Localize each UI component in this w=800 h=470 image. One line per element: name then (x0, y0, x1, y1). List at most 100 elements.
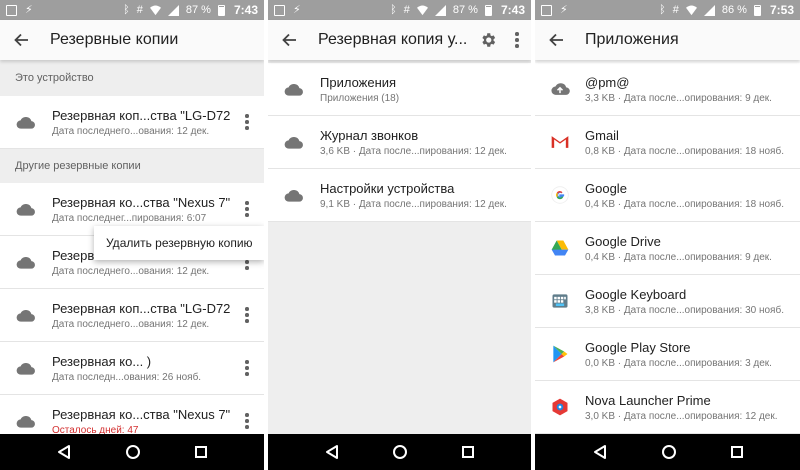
app-backup-info: 3,0 KB · Дата после...опирования: 12 дек… (585, 410, 778, 422)
navigation-bar (268, 434, 531, 470)
back-arrow-icon[interactable] (14, 33, 28, 47)
nav-back-icon[interactable] (57, 444, 71, 460)
category-subtitle: 3,6 KB · Дата после...пирования: 12 дек. (320, 145, 507, 157)
signal-icon (703, 4, 715, 16)
backup-title: Резервная коп...ства "LG-D724" (52, 107, 230, 123)
flash-notification-icon: ⚡ (25, 3, 33, 16)
backup-title: Резервная ко... ) (52, 353, 152, 369)
navigation-bar (0, 434, 264, 470)
navigation-bar (535, 434, 800, 470)
category-title: Журнал звонков (320, 127, 419, 143)
backup-row[interactable]: Резервная коп...ства "LG-D724" Дата посл… (0, 289, 264, 342)
clock: 7:43 (500, 3, 525, 17)
nav-recents-icon[interactable] (194, 446, 207, 458)
google-keyboard-icon (552, 294, 568, 308)
app-bar: Резервная копия у... (268, 20, 531, 60)
section-header-other-backups: Другие резервные копии (0, 149, 264, 183)
backup-row[interactable]: Резервная ко... ) Дата последн...ования:… (0, 342, 264, 395)
app-backup-row[interactable]: Google Play Store 0,0 KB · Дата после...… (535, 328, 800, 381)
more-vert-icon (245, 360, 249, 376)
backup-title: Резервная ко...ства "Nexus 7" (52, 194, 230, 210)
backup-category-call-log[interactable]: Журнал звонков 3,6 KB · Дата после...пир… (268, 116, 531, 169)
gear-icon[interactable] (479, 31, 497, 49)
clock: 7:53 (769, 3, 794, 17)
overflow-menu-button[interactable] (230, 360, 264, 376)
backup-detail-screen: ⚡ ᛒ # 87 % 7:43 Резервная копия у... При… (268, 0, 531, 470)
more-vert-icon (245, 114, 249, 130)
app-backup-info: 3,3 KB · Дата после...опирования: 9 дек. (585, 92, 772, 104)
gmail-icon (551, 136, 569, 148)
cloud-icon (16, 257, 35, 269)
battery-percent: 86 % (721, 4, 747, 16)
app-backup-row[interactable]: @pm@ 3,3 KB · Дата после...опирования: 9… (535, 63, 800, 116)
category-title: Настройки устройства (320, 180, 455, 196)
delete-backup-menu-item[interactable]: Удалить резервную копию (94, 226, 264, 260)
app-backup-info: 0,4 KB · Дата после...опирования: 9 дек. (585, 251, 772, 263)
back-arrow-icon[interactable] (282, 33, 296, 47)
app-name: Google Drive (585, 233, 661, 249)
google-drive-icon (551, 240, 569, 256)
app-bar: Приложения (535, 20, 800, 60)
app-backup-info: 0,4 KB · Дата после...опирования: 18 ноя… (585, 198, 784, 210)
cloud-upload-icon (551, 83, 570, 95)
app-name: Google Play Store (585, 339, 691, 355)
nav-recents-icon[interactable] (730, 446, 743, 458)
battery-icon (484, 4, 492, 16)
app-backup-row[interactable]: Google Drive 0,4 KB · Дата после...опиро… (535, 222, 800, 275)
app-backup-row[interactable]: Google 0,4 KB · Дата после...опирования:… (535, 169, 800, 222)
more-vert-icon[interactable] (515, 32, 519, 48)
bluetooth-icon: ᛒ (659, 3, 666, 16)
nav-home-icon[interactable] (125, 445, 140, 459)
category-title: Приложения (320, 74, 397, 90)
page-title: Резервная копия у... (318, 31, 468, 48)
app-name: @pm@ (585, 74, 630, 90)
overflow-menu-button[interactable] (230, 201, 264, 217)
nav-back-icon[interactable] (593, 444, 607, 460)
app-name: Gmail (585, 127, 619, 143)
nav-recents-icon[interactable] (461, 446, 474, 458)
cloud-icon (284, 190, 303, 202)
app-name: Google (585, 180, 627, 196)
cloud-icon (284, 137, 303, 149)
app-backup-row[interactable]: Nova Launcher Prime 3,0 KB · Дата после.… (535, 381, 800, 434)
nav-home-icon[interactable] (393, 445, 408, 459)
app-backup-info: 0,0 KB · Дата после...опирования: 3 дек. (585, 357, 772, 369)
battery-percent: 87 % (185, 4, 211, 16)
app-backup-row[interactable]: Google Keyboard 3,8 KB · Дата после...оп… (535, 275, 800, 328)
overflow-menu-button[interactable] (230, 307, 264, 323)
page-title: Резервные копии (50, 31, 179, 48)
status-bar: ⚡ ᛒ # 87 % 7:43 (0, 0, 264, 20)
flash-notification-icon: ⚡ (560, 3, 568, 16)
backup-category-device-settings[interactable]: Настройки устройства 9,1 KB · Дата после… (268, 169, 531, 222)
bluetooth-icon: ᛒ (123, 3, 130, 16)
app-name: Google Keyboard (585, 286, 687, 302)
back-arrow-icon[interactable] (549, 33, 563, 47)
battery-percent: 87 % (452, 4, 478, 16)
cloud-icon (16, 117, 35, 129)
nav-back-icon[interactable] (325, 444, 339, 460)
bluetooth-icon: ᛒ (390, 3, 397, 16)
app-backup-row[interactable]: Gmail 0,8 KB · Дата после...опирования: … (535, 116, 800, 169)
category-subtitle: 9,1 KB · Дата после...пирования: 12 дек. (320, 198, 507, 210)
backups-screen: ⚡ ᛒ # 87 % 7:43 Резервные копии Это устр… (0, 0, 264, 470)
cloud-icon (16, 310, 35, 322)
section-header-this-device: Это устройство (0, 60, 264, 96)
wifi-icon (416, 4, 428, 15)
backup-date: Дата последнего...ования: 12 дек. (52, 265, 210, 277)
overflow-menu-button[interactable] (230, 413, 264, 429)
category-subtitle: Приложения (18) (320, 92, 400, 104)
backup-date: Дата последн...ования: 26 нояб. (52, 371, 202, 383)
hash-icon: # (136, 3, 143, 16)
image-notification-icon (6, 4, 17, 16)
app-backup-info: 0,8 KB · Дата после...опирования: 18 ноя… (585, 145, 784, 157)
backup-row-this-device[interactable]: Резервная коп...ства "LG-D724" Дата посл… (0, 96, 264, 149)
status-bar: ⚡ ᛒ # 87 % 7:43 (268, 0, 531, 20)
backup-category-apps[interactable]: Приложения Приложения (18) (268, 63, 531, 116)
cloud-icon (284, 84, 303, 96)
cloud-icon (16, 204, 35, 216)
clock: 7:43 (233, 3, 258, 17)
overflow-menu-button[interactable] (230, 114, 264, 130)
nav-home-icon[interactable] (661, 445, 676, 459)
backup-title: Резервная коп...ства "LG-D724" (52, 300, 230, 316)
app-bar: Резервные копии (0, 20, 264, 60)
